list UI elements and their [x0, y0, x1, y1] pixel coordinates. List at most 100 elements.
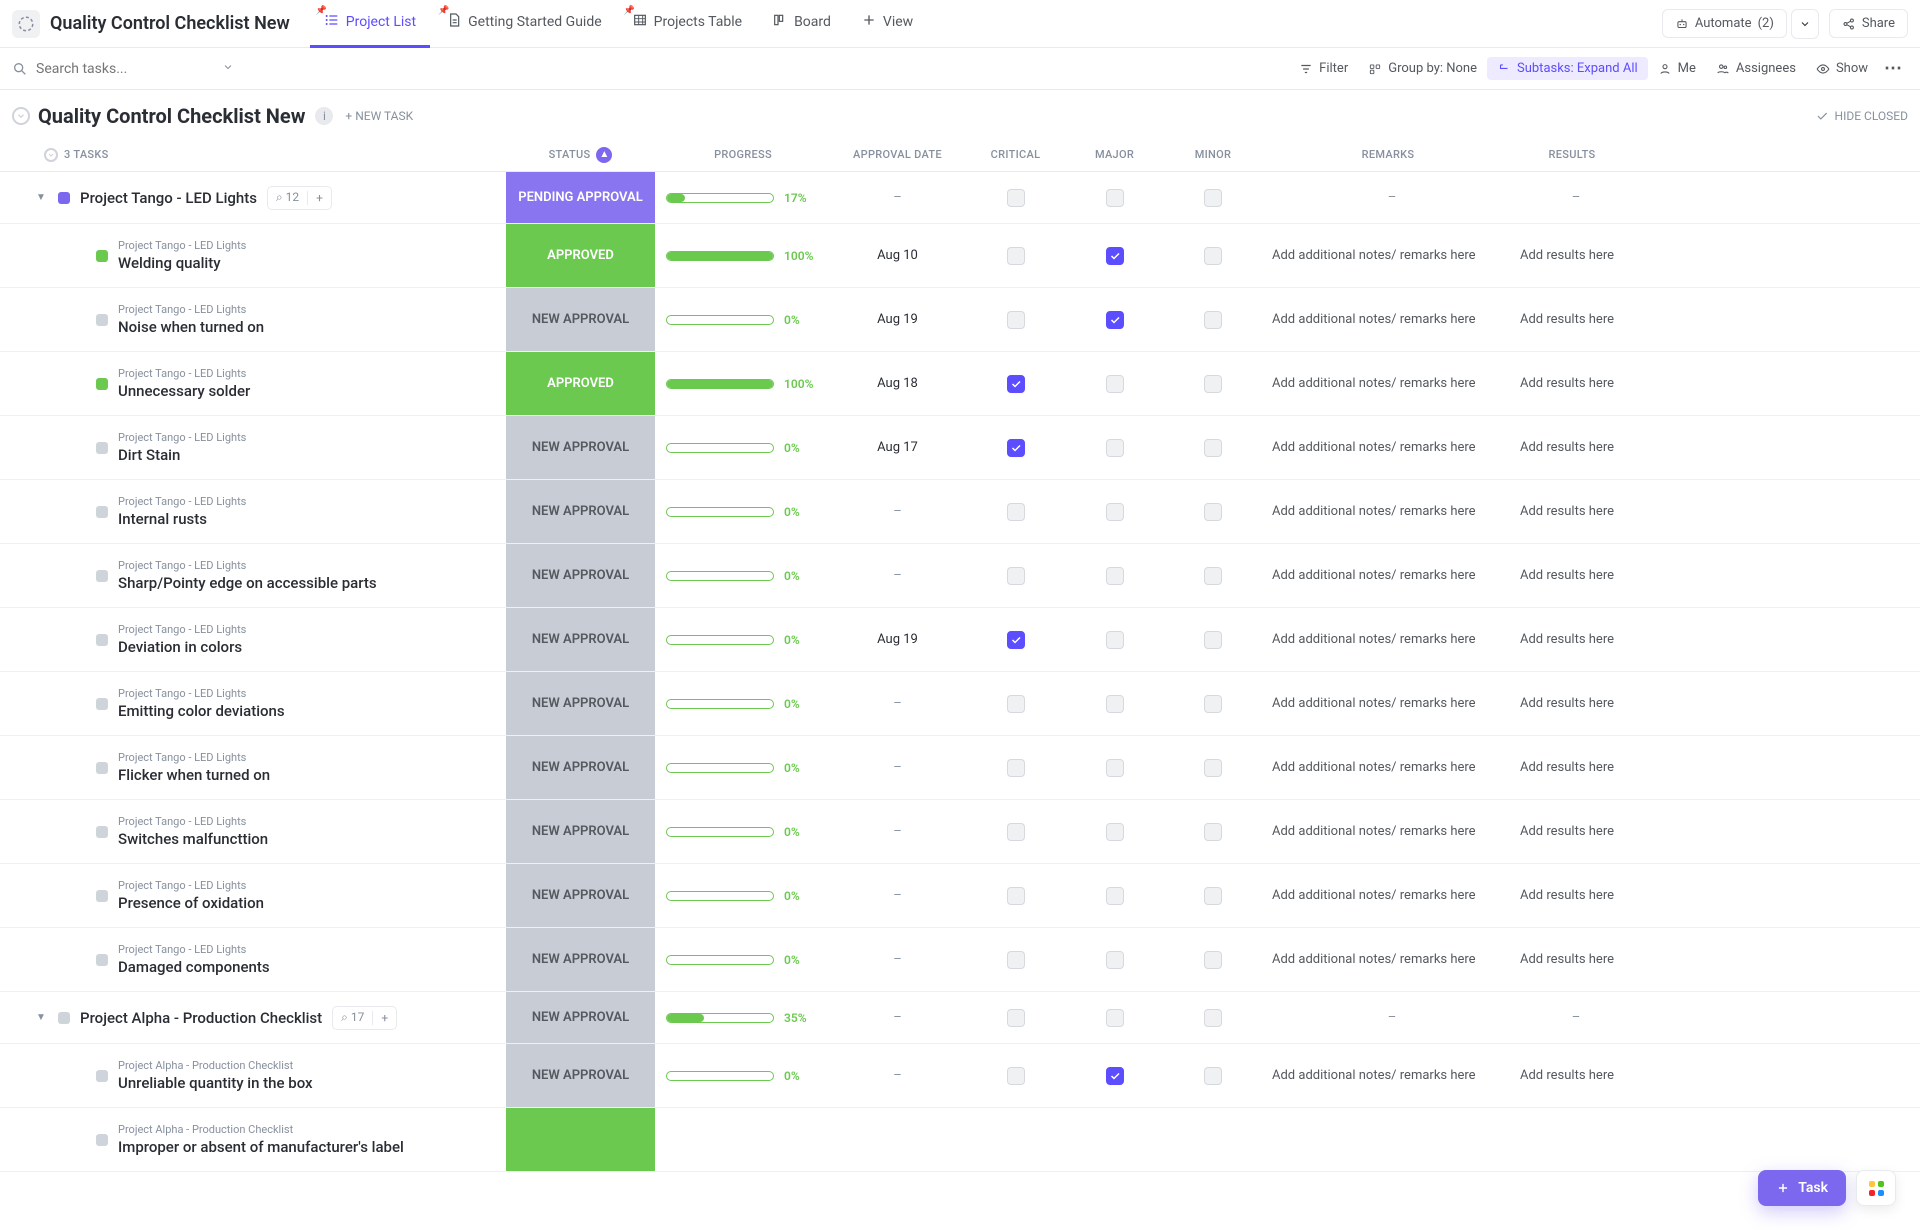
approval-date-cell[interactable]: – — [831, 888, 964, 903]
checkbox[interactable] — [1007, 375, 1025, 393]
task-name[interactable]: Deviation in colors — [118, 638, 246, 656]
show-button[interactable]: Show — [1806, 57, 1878, 80]
approval-date-cell[interactable]: – — [831, 190, 964, 205]
checkbox[interactable] — [1007, 567, 1025, 585]
progress-cell[interactable]: 0% — [655, 889, 831, 903]
checkbox[interactable] — [1007, 247, 1025, 265]
tab-board[interactable]: Board — [758, 0, 845, 48]
remarks-cell[interactable]: Add additional notes/ remarks here — [1264, 760, 1512, 775]
approval-date-cell[interactable]: – — [831, 824, 964, 839]
checkbox[interactable] — [1204, 375, 1222, 393]
progress-cell[interactable]: 0% — [655, 761, 831, 775]
task-group-row[interactable]: ▼Project Tango - LED Lights⌕ 12+PENDING … — [0, 172, 1920, 224]
col-major[interactable]: MAJOR — [1067, 148, 1162, 161]
progress-cell[interactable]: 0% — [655, 313, 831, 327]
remarks-cell[interactable]: Add additional notes/ remarks here — [1264, 952, 1512, 967]
status-cell[interactable]: APPROVED — [506, 224, 655, 287]
checkbox[interactable] — [1204, 311, 1222, 329]
status-indicator[interactable] — [96, 826, 108, 838]
checkbox[interactable] — [1106, 951, 1124, 969]
col-minor[interactable]: MINOR — [1162, 148, 1264, 161]
tab-projects-table[interactable]: 📌Projects Table — [618, 0, 756, 48]
me-button[interactable]: Me — [1648, 57, 1706, 80]
status-cell[interactable]: NEW APPROVAL — [506, 672, 655, 735]
approval-date-cell[interactable]: – — [831, 568, 964, 583]
status-cell[interactable]: NEW APPROVAL — [506, 992, 655, 1043]
status-cell[interactable]: NEW APPROVAL — [506, 1044, 655, 1107]
checkbox[interactable] — [1007, 503, 1025, 521]
checkbox[interactable] — [1106, 887, 1124, 905]
subtask-row[interactable]: Project Tango - LED LightsSharp/Pointy e… — [0, 544, 1920, 608]
new-task-fab[interactable]: Task — [1758, 1170, 1846, 1206]
automate-button[interactable]: Automate (2) — [1662, 9, 1787, 38]
task-name[interactable]: Internal rusts — [118, 510, 246, 528]
status-cell[interactable] — [506, 1108, 655, 1171]
status-cell[interactable]: NEW APPROVAL — [506, 288, 655, 351]
subtask-row[interactable]: Project Alpha - Production ChecklistUnre… — [0, 1044, 1920, 1108]
status-cell[interactable]: NEW APPROVAL — [506, 928, 655, 991]
checkbox[interactable] — [1106, 375, 1124, 393]
approval-date-cell[interactable]: Aug 19 — [831, 312, 964, 327]
checkbox[interactable] — [1204, 503, 1222, 521]
subtask-row[interactable]: Project Tango - LED LightsDeviation in c… — [0, 608, 1920, 672]
collapse-all-button[interactable] — [12, 107, 30, 125]
checkbox[interactable] — [1204, 1009, 1222, 1027]
subtask-row[interactable]: Project Tango - LED LightsDamaged compon… — [0, 928, 1920, 992]
status-indicator[interactable] — [96, 890, 108, 902]
caret-down-icon[interactable]: ▼ — [36, 1012, 48, 1023]
results-cell[interactable]: Add results here — [1512, 696, 1632, 711]
remarks-cell[interactable]: Add additional notes/ remarks here — [1264, 504, 1512, 519]
task-name[interactable]: Emitting color deviations — [118, 702, 285, 720]
checkbox[interactable] — [1106, 823, 1124, 841]
results-cell[interactable]: – — [1512, 1010, 1632, 1025]
checkbox[interactable] — [1106, 189, 1124, 207]
progress-cell[interactable]: 0% — [655, 697, 831, 711]
progress-cell[interactable]: 100% — [655, 249, 831, 263]
progress-cell[interactable]: 0% — [655, 633, 831, 647]
approval-date-cell[interactable]: – — [831, 952, 964, 967]
progress-cell[interactable]: 0% — [655, 1069, 831, 1083]
subtask-row[interactable]: Project Alpha - Production ChecklistImpr… — [0, 1108, 1920, 1172]
subtask-row[interactable]: Project Tango - LED LightsEmitting color… — [0, 672, 1920, 736]
approval-date-cell[interactable]: – — [831, 504, 964, 519]
search-chevron[interactable] — [222, 61, 234, 77]
remarks-cell[interactable]: Add additional notes/ remarks here — [1264, 824, 1512, 839]
progress-cell[interactable]: 0% — [655, 825, 831, 839]
checkbox[interactable] — [1106, 439, 1124, 457]
status-indicator[interactable] — [58, 1012, 70, 1024]
subtask-row[interactable]: Project Tango - LED LightsPresence of ox… — [0, 864, 1920, 928]
subtask-row[interactable]: Project Tango - LED LightsSwitches malfu… — [0, 800, 1920, 864]
results-cell[interactable]: Add results here — [1512, 248, 1632, 263]
status-indicator[interactable] — [96, 1070, 108, 1082]
status-cell[interactable]: NEW APPROVAL — [506, 736, 655, 799]
results-cell[interactable]: – — [1512, 190, 1632, 205]
status-indicator[interactable] — [96, 250, 108, 262]
task-name[interactable]: Improper or absent of manufacturer's lab… — [118, 1138, 404, 1156]
task-name[interactable]: Switches malfuncttion — [118, 830, 268, 848]
status-cell[interactable]: NEW APPROVAL — [506, 416, 655, 479]
remarks-cell[interactable]: – — [1264, 190, 1512, 205]
checkbox[interactable] — [1007, 695, 1025, 713]
filter-button[interactable]: Filter — [1289, 57, 1358, 80]
checkbox[interactable] — [1204, 951, 1222, 969]
results-cell[interactable]: Add results here — [1512, 632, 1632, 647]
status-cell[interactable]: NEW APPROVAL — [506, 608, 655, 671]
status-cell[interactable]: NEW APPROVAL — [506, 800, 655, 863]
progress-cell[interactable]: 0% — [655, 441, 831, 455]
approval-date-cell[interactable]: Aug 17 — [831, 440, 964, 455]
remarks-cell[interactable]: Add additional notes/ remarks here — [1264, 312, 1512, 327]
status-indicator[interactable] — [96, 954, 108, 966]
remarks-cell[interactable]: Add additional notes/ remarks here — [1264, 248, 1512, 263]
checkbox[interactable] — [1204, 887, 1222, 905]
task-name[interactable]: Project Alpha - Production Checklist — [80, 1009, 322, 1027]
more-menu[interactable]: ⋯ — [1878, 58, 1908, 79]
checkbox[interactable] — [1204, 631, 1222, 649]
status-indicator[interactable] — [96, 570, 108, 582]
checkbox[interactable] — [1204, 439, 1222, 457]
apps-button[interactable] — [1856, 1170, 1896, 1206]
task-name[interactable]: Presence of oxidation — [118, 894, 264, 912]
share-button[interactable]: Share — [1829, 9, 1908, 38]
info-icon[interactable]: i — [315, 107, 333, 125]
subtask-row[interactable]: Project Tango - LED LightsInternal rusts… — [0, 480, 1920, 544]
checkbox[interactable] — [1007, 823, 1025, 841]
